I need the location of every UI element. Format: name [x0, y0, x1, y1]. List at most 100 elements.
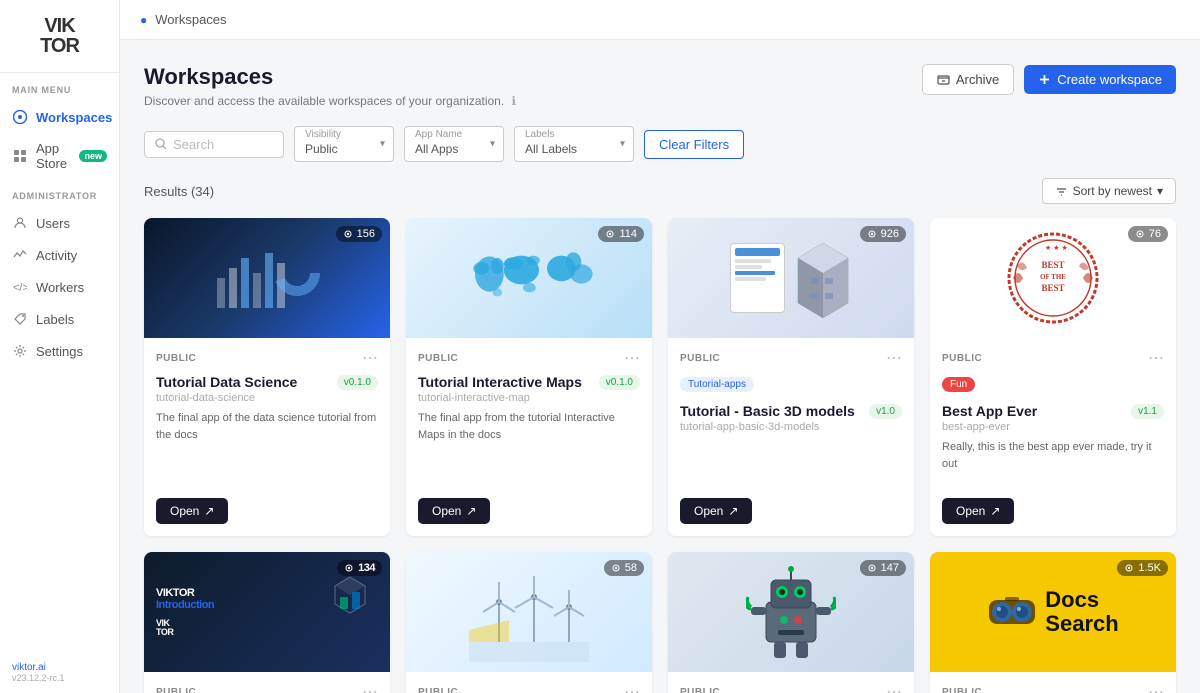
- svg-text:★ ★ ★: ★ ★ ★: [1045, 244, 1068, 252]
- card-tutorial-data-science: 156 PUBLIC ⋯ Tutorial Data Science v0.1.…: [144, 218, 390, 536]
- card-footer-2: Open ↗: [406, 490, 652, 536]
- eye-icon: [611, 563, 621, 573]
- card-views-3: 926: [860, 226, 906, 242]
- open-external-icon: ↗: [990, 504, 1000, 518]
- card-menu-7[interactable]: ⋯: [886, 682, 902, 693]
- labels-icon: [12, 311, 28, 327]
- card-public-row-2: PUBLIC ⋯: [418, 348, 640, 368]
- card-body-5: PUBLIC ⋯: [144, 672, 390, 693]
- card-image-docs: DocsSearch 1.5K: [930, 552, 1176, 672]
- card-public-row-1: PUBLIC ⋯: [156, 348, 378, 368]
- card-menu-8[interactable]: ⋯: [1148, 682, 1164, 693]
- 3d-ui-mock: [730, 243, 785, 313]
- users-icon: [12, 215, 28, 231]
- card-public-row-3: PUBLIC ⋯: [680, 348, 902, 368]
- svg-text:BEST: BEST: [1041, 260, 1064, 270]
- card-menu-5[interactable]: ⋯: [362, 682, 378, 693]
- eye-icon: [867, 229, 877, 239]
- app-name-dropdown[interactable]: App Name All Apps ▾: [404, 126, 504, 162]
- card-body-3: PUBLIC ⋯ Tutorial-apps Tutorial - Basic …: [668, 338, 914, 490]
- sidebar-item-appstore[interactable]: App Store new: [0, 133, 119, 179]
- results-count: Results (34): [144, 184, 214, 199]
- 3d-tower-icon: [793, 238, 853, 318]
- stamp-container: ★ ★ ★ BEST OF THE BEST: [1003, 228, 1103, 328]
- visibility-dropdown[interactable]: Visibility Public ▾: [294, 126, 394, 162]
- svg-text:OF THE: OF THE: [1040, 273, 1066, 281]
- main-menu-label: MAIN MENU: [0, 73, 119, 101]
- logo: VIK TOR: [0, 0, 119, 73]
- eye-icon: [867, 563, 877, 573]
- card-views-1: 156: [336, 226, 382, 242]
- card-docs-search: DocsSearch 1.5K PUBLIC ⋯ Docs Search: [930, 552, 1176, 693]
- chevron-down-icon: ▾: [620, 139, 625, 150]
- sidebar-item-workers-label: Workers: [36, 280, 84, 295]
- card-title-row-1: Tutorial Data Science v0.1.0: [156, 374, 378, 390]
- card-wind: 58 PUBLIC ⋯: [406, 552, 652, 693]
- sort-button[interactable]: Sort by newest ▾: [1042, 178, 1176, 204]
- footer-link[interactable]: viktor.ai: [12, 662, 107, 673]
- clear-filters-button[interactable]: Clear Filters: [644, 130, 744, 159]
- card-tutorial-maps: 114 PUBLIC ⋯ Tutorial Interactive Maps v…: [406, 218, 652, 536]
- sidebar-item-settings[interactable]: Settings: [0, 335, 119, 367]
- card-public-row-7: PUBLIC ⋯: [680, 682, 902, 693]
- sidebar: VIK TOR MAIN MENU Workspaces App Store n…: [0, 0, 120, 693]
- sidebar-item-workers[interactable]: </> Workers: [0, 271, 119, 303]
- new-badge: new: [79, 150, 107, 162]
- card-body-1: PUBLIC ⋯ Tutorial Data Science v0.1.0 tu…: [144, 338, 390, 490]
- sidebar-item-activity[interactable]: Activity: [0, 239, 119, 271]
- card-views-7: 147: [860, 560, 906, 576]
- card-menu-6[interactable]: ⋯: [624, 682, 640, 693]
- eye-icon: [343, 229, 353, 239]
- eye-icon: [1135, 229, 1145, 239]
- page-subtitle: Discover and access the available worksp…: [144, 94, 516, 108]
- card-public-row-6: PUBLIC ⋯: [418, 682, 640, 693]
- card-body-4: PUBLIC ⋯ Fun Best App Ever v1.1 best-app…: [930, 338, 1176, 490]
- content-area: Workspaces Discover and access the avail…: [120, 40, 1200, 693]
- sort-chevron-icon: ▾: [1157, 184, 1163, 198]
- chevron-down-icon: ▾: [490, 139, 495, 150]
- results-bar: Results (34) Sort by newest ▾: [144, 178, 1176, 204]
- open-button-1[interactable]: Open ↗: [156, 498, 228, 524]
- card-footer-3: Open ↗: [668, 490, 914, 536]
- card-views-8: 1.5K: [1117, 560, 1168, 576]
- gear-icon: [12, 343, 28, 359]
- header-actions: Archive Create workspace: [922, 64, 1176, 95]
- card-menu-1[interactable]: ⋯: [362, 348, 378, 368]
- page-title: Workspaces: [144, 64, 516, 90]
- archive-button[interactable]: Archive: [922, 64, 1014, 95]
- card-image-data-science: 156: [144, 218, 390, 338]
- card-menu-3[interactable]: ⋯: [886, 348, 902, 368]
- card-image-best: ★ ★ ★ BEST OF THE BEST: [930, 218, 1176, 338]
- labels-dropdown[interactable]: Labels All Labels ▾: [514, 126, 634, 162]
- card-views-4: 76: [1128, 226, 1168, 242]
- sidebar-item-workspaces[interactable]: Workspaces: [0, 101, 119, 133]
- card-public-row-5: PUBLIC ⋯: [156, 682, 378, 693]
- card-badge-fun: Fun: [942, 377, 975, 392]
- main-content: ● Workspaces Workspaces Discover and acc…: [120, 0, 1200, 693]
- svg-text:</>: </>: [13, 282, 27, 294]
- sidebar-item-labels[interactable]: Labels: [0, 303, 119, 335]
- eye-icon: [605, 229, 615, 239]
- open-button-2[interactable]: Open ↗: [418, 498, 490, 524]
- chevron-down-icon: ▾: [380, 139, 385, 150]
- card-menu-4[interactable]: ⋯: [1148, 348, 1164, 368]
- filters-bar: Search Visibility Public ▾ App Name All …: [144, 126, 1176, 162]
- search-input[interactable]: Search: [144, 131, 284, 158]
- open-button-4[interactable]: Open ↗: [942, 498, 1014, 524]
- card-body-6: PUBLIC ⋯: [406, 672, 652, 693]
- open-button-3[interactable]: Open ↗: [680, 498, 752, 524]
- info-icon: ℹ: [512, 94, 517, 108]
- card-footer-1: Open ↗: [144, 490, 390, 536]
- viktor-intro-title: VIKTOR Introduction: [156, 587, 214, 611]
- open-external-icon: ↗: [728, 504, 738, 518]
- sidebar-item-users[interactable]: Users: [0, 207, 119, 239]
- admin-label: ADMINISTRATOR: [0, 179, 119, 207]
- card-viktor-intro: VIKTOR Introduction VIKTOR: [144, 552, 390, 693]
- card-body-7: PUBLIC ⋯: [668, 672, 914, 693]
- sidebar-item-users-label: Users: [36, 216, 70, 231]
- card-title-row-3: Tutorial - Basic 3D models v1.0: [680, 403, 902, 419]
- create-workspace-button[interactable]: Create workspace: [1024, 65, 1176, 94]
- card-menu-2[interactable]: ⋯: [624, 348, 640, 368]
- archive-icon: [937, 73, 950, 86]
- goggles-icon: [987, 592, 1037, 632]
